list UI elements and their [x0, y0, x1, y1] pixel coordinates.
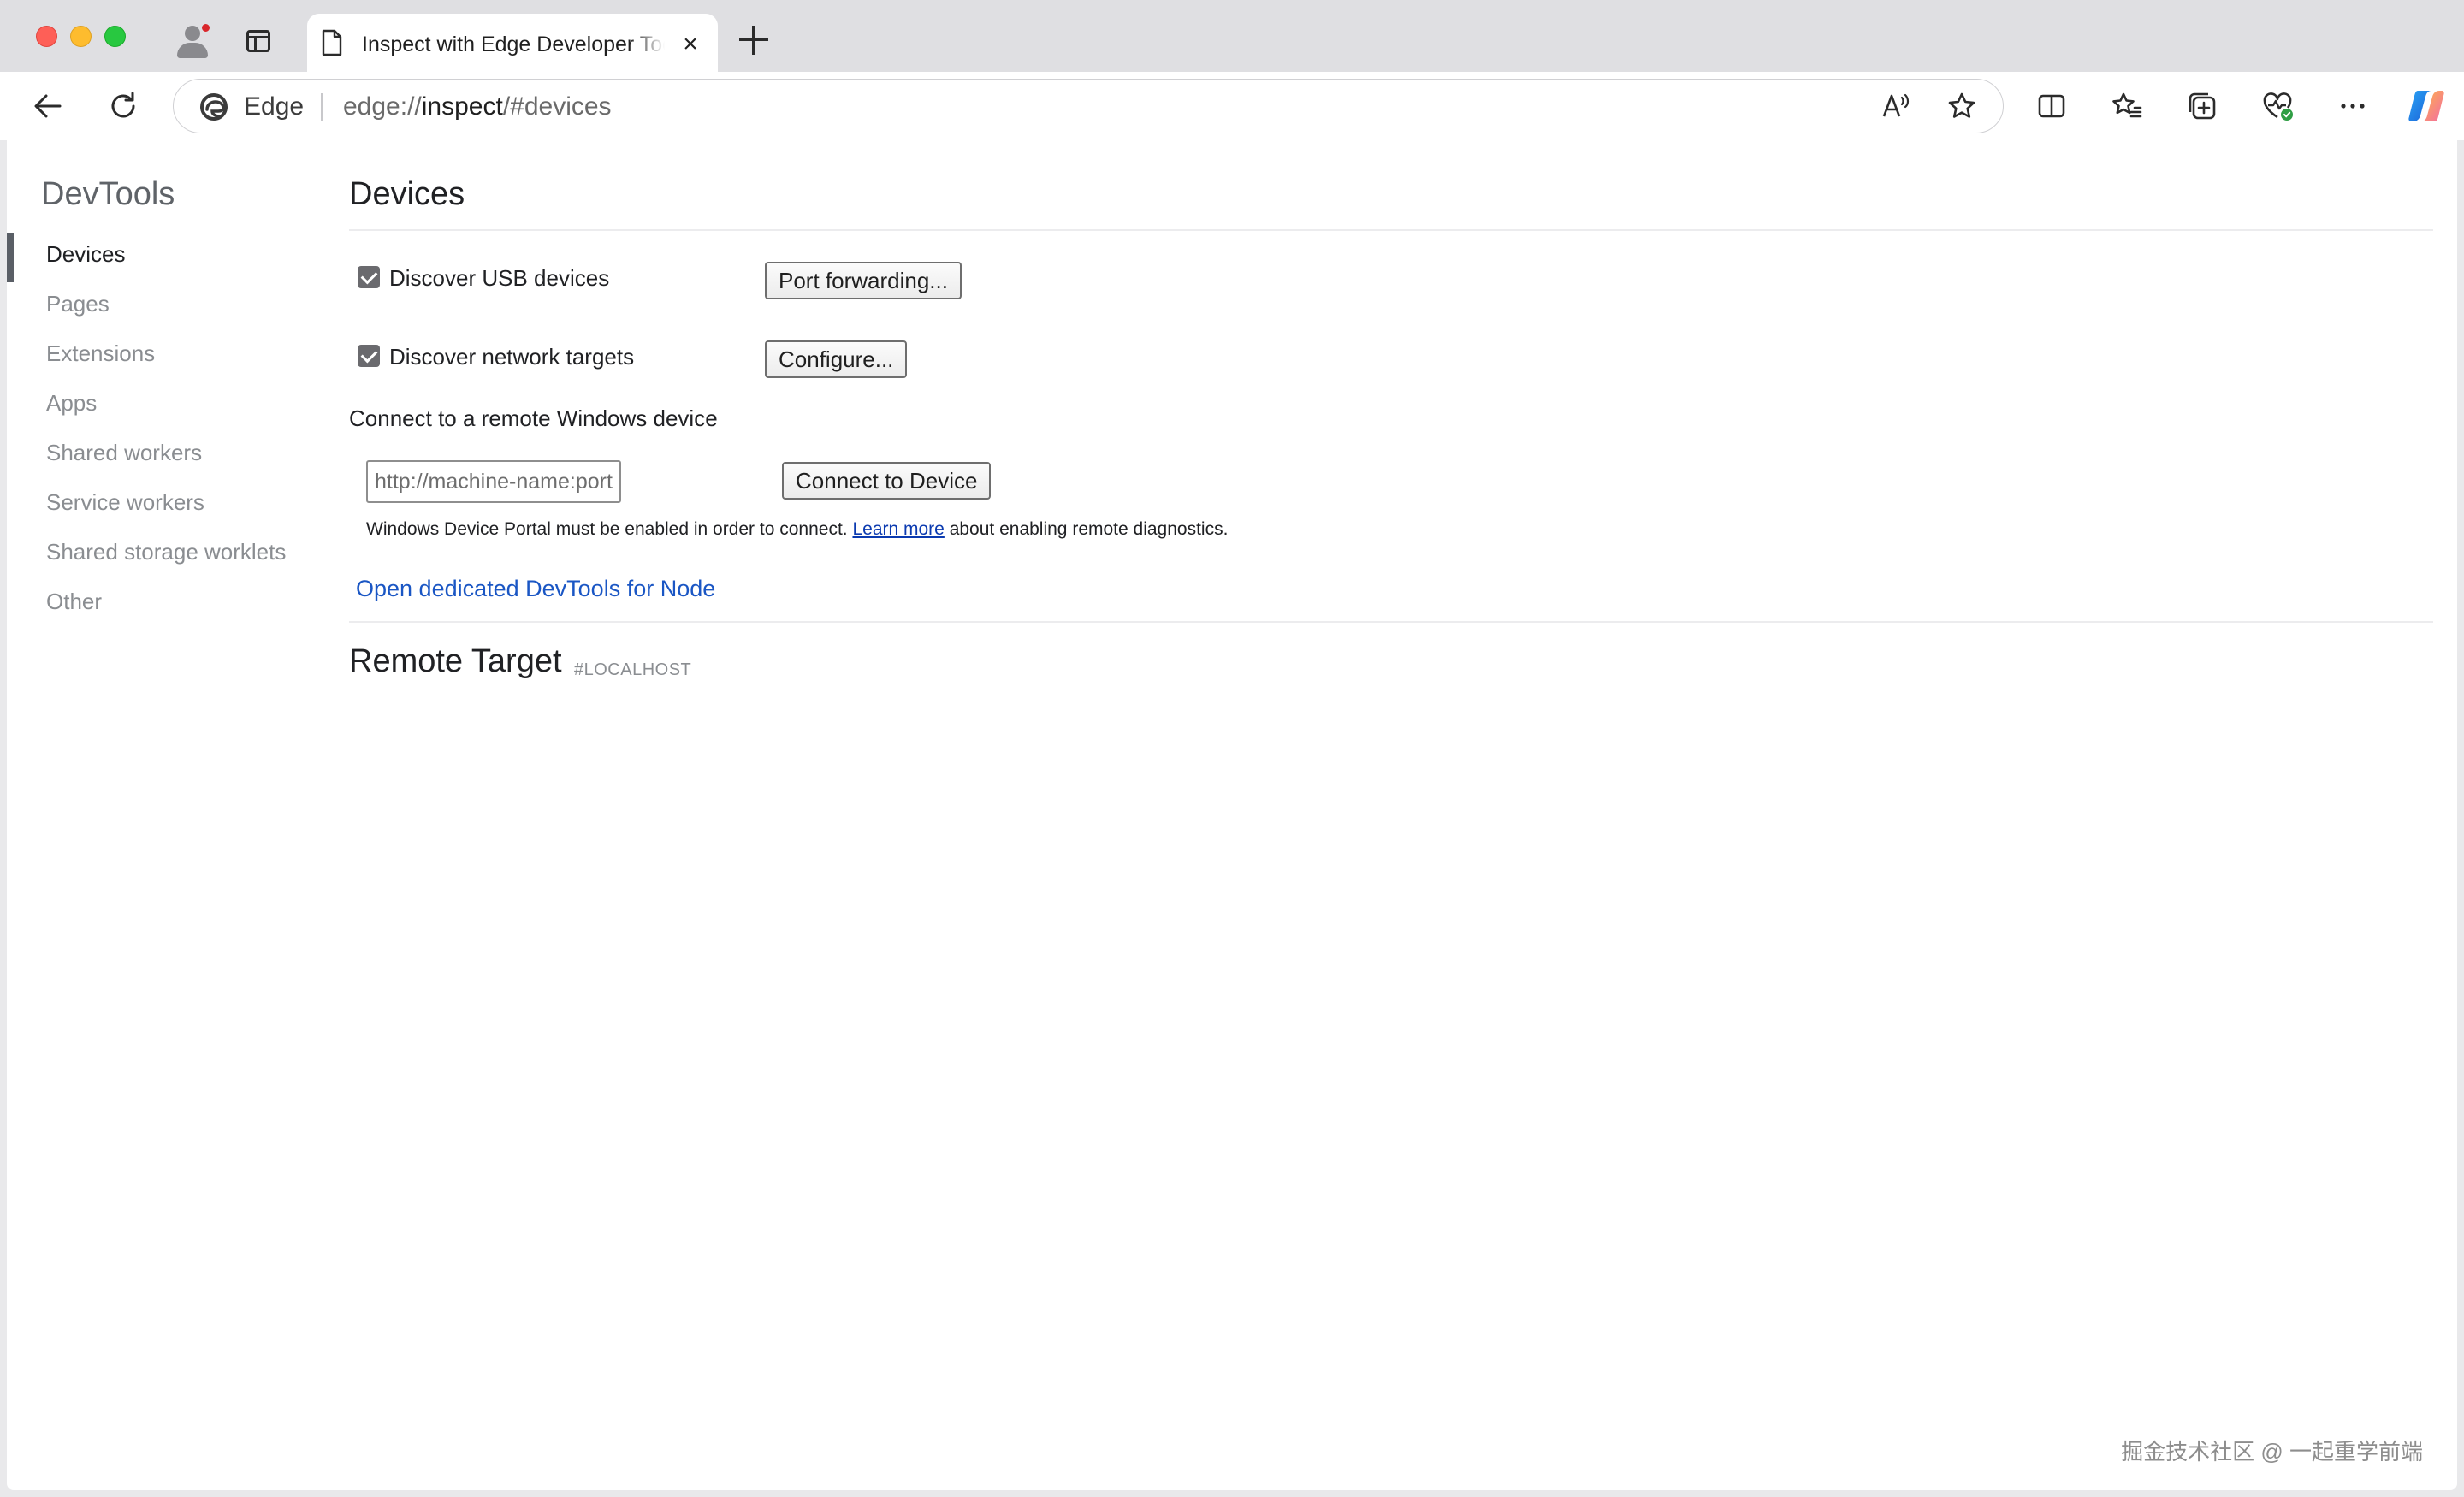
favorite-star-icon[interactable] [1943, 87, 1981, 125]
port-forwarding-button[interactable]: Port forwarding... [765, 262, 962, 299]
favorites-icon[interactable] [2108, 87, 2146, 125]
copilot-icon[interactable] [2406, 86, 2447, 127]
discover-network-checkbox[interactable] [358, 345, 380, 367]
title-divider [349, 229, 2433, 231]
sidebar-item-shared-workers[interactable]: Shared workers [7, 431, 341, 474]
window-close-button[interactable] [36, 26, 57, 47]
browser-essentials-icon[interactable] [2259, 87, 2296, 125]
sidebar-item-other[interactable]: Other [7, 580, 341, 623]
read-aloud-icon[interactable] [1876, 87, 1914, 125]
watermark: 掘金技术社区 @ 一起重学前端 [2121, 1439, 2423, 1464]
connect-to-device-button[interactable]: Connect to Device [782, 462, 992, 500]
discover-usb-label: Discover USB devices [389, 265, 610, 291]
tab-actions-menu-icon[interactable] [246, 30, 270, 52]
discover-usb-checkbox[interactable] [358, 266, 380, 288]
sidebar-item-shared-storage-worklets[interactable]: Shared storage worklets [7, 530, 341, 573]
edge-logo-icon [200, 93, 228, 121]
configure-button[interactable]: Configure... [765, 340, 908, 378]
sidebar-item-extensions[interactable]: Extensions [7, 332, 341, 375]
sidebar-item-service-workers[interactable]: Service workers [7, 481, 341, 524]
sidebar-item-devices[interactable]: Devices [7, 233, 341, 282]
remote-device-url-input[interactable] [366, 460, 621, 503]
page-icon [322, 29, 342, 56]
tab-close-icon[interactable]: × [678, 32, 702, 57]
more-options-icon[interactable] [2334, 87, 2372, 125]
toolbar: Edge edge://inspect/#devices [0, 72, 2464, 140]
device-portal-hint: Windows Device Portal must be enabled in… [366, 517, 1228, 542]
remote-target-title: Remote Target [349, 643, 562, 679]
window-zoom-button[interactable] [104, 26, 126, 47]
page-title: Devices [349, 176, 465, 212]
open-node-devtools-link[interactable]: Open dedicated DevTools for Node [356, 573, 715, 604]
remote-target-subtitle: #LOCALHOST [574, 660, 692, 679]
tab-strip: Inspect with Edge Developer Tools × [0, 0, 2464, 72]
address-bar[interactable]: Edge edge://inspect/#devices [173, 79, 2004, 133]
site-identity-label: Edge [244, 92, 305, 121]
notification-dot [200, 22, 211, 33]
tab-title: Inspect with Edge Developer Tools [362, 33, 665, 56]
main-panel: Devices Discover USB devices Port forwar… [349, 140, 2433, 1490]
discover-network-label: Discover network targets [389, 344, 635, 370]
profile-avatar-icon[interactable] [174, 22, 211, 60]
remote-windows-label: Connect to a remote Windows device [349, 405, 718, 431]
learn-more-link[interactable]: Learn more [852, 519, 944, 539]
back-arrow-icon[interactable] [29, 87, 67, 125]
url-scheme: edge:// [343, 92, 422, 121]
sidebar-heading: DevTools [41, 176, 175, 212]
sidebar-item-apps[interactable]: Apps [7, 382, 341, 424]
page-content: DevTools Devices Pages Extensions Apps S… [7, 140, 2457, 1490]
address-divider [321, 93, 323, 121]
refresh-icon[interactable] [104, 87, 142, 125]
split-screen-icon[interactable] [2033, 87, 2070, 125]
active-tab[interactable]: Inspect with Edge Developer Tools × [307, 14, 718, 72]
url-host: inspect [421, 92, 503, 121]
url-text[interactable]: edge://inspect/#devices [343, 92, 612, 122]
hint-text-before: Windows Device Portal must be enabled in… [366, 519, 853, 539]
section-divider [349, 621, 2433, 623]
hint-text-after: about enabling remote diagnostics. [944, 519, 1229, 539]
window-minimize-button[interactable] [70, 26, 92, 47]
sidebar: DevTools Devices Pages Extensions Apps S… [7, 140, 341, 1490]
collections-icon[interactable] [2183, 87, 2221, 125]
new-tab-icon[interactable] [737, 24, 770, 56]
sidebar-item-pages[interactable]: Pages [7, 282, 341, 325]
url-path: /#devices [502, 92, 612, 121]
